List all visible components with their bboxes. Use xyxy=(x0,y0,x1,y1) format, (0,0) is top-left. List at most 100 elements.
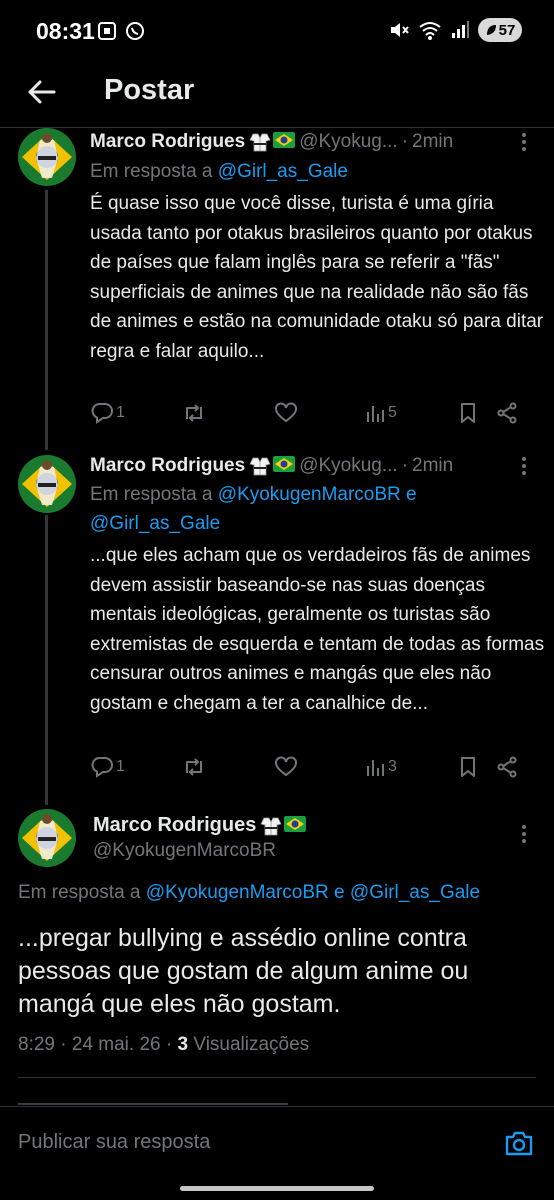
bookmark-button[interactable] xyxy=(458,756,496,778)
reply-context: Em resposta a @Girl_as_Gale xyxy=(90,157,534,186)
separator-dot: · xyxy=(401,131,409,152)
views-count: 3 xyxy=(388,758,397,775)
mention-link[interactable]: @KyokugenMarcoBR xyxy=(146,882,329,903)
separator-dot: · xyxy=(60,1034,72,1055)
user-handle[interactable]: @Kyokug... xyxy=(299,455,398,477)
signal-icon xyxy=(452,21,469,38)
whatsapp-icon xyxy=(126,22,144,40)
share-button[interactable] xyxy=(496,756,518,778)
mention-link[interactable]: @Girl_as_Gale xyxy=(218,161,348,182)
back-arrow-icon[interactable] xyxy=(26,76,58,108)
bookmark-icon xyxy=(461,403,475,423)
repost-button[interactable] xyxy=(182,402,274,424)
reply-button[interactable]: 1 xyxy=(90,756,182,778)
tweet-time[interactable]: 8:29 xyxy=(18,1034,55,1055)
status-time: 08:31 xyxy=(36,18,95,44)
more-options-icon[interactable] xyxy=(512,128,536,156)
status-bar: 08:31 57 xyxy=(0,0,554,62)
reply-input[interactable]: Publicar sua resposta xyxy=(18,1131,210,1154)
reply-prefix: Em resposta a xyxy=(90,484,213,505)
brazil-flag-icon xyxy=(273,456,296,472)
mention-link[interactable]: @Girl_as_Gale xyxy=(90,513,220,534)
repost-button[interactable] xyxy=(182,756,274,778)
reply-icon xyxy=(91,403,113,424)
bookmark-icon xyxy=(461,757,475,777)
views-chart-icon xyxy=(367,406,384,422)
screenshot-icon xyxy=(98,22,116,40)
battery-level: 57 xyxy=(498,21,516,39)
status-notification-icons xyxy=(96,20,146,42)
brazil-flag-icon xyxy=(273,132,296,148)
views-chart-icon xyxy=(367,760,384,776)
views-button[interactable]: 3 xyxy=(364,756,458,778)
main-tweet-text: ...pregar bullying e assédio online cont… xyxy=(18,924,469,1018)
share-icon xyxy=(497,756,517,778)
user-handle[interactable]: @Kyokug... xyxy=(299,131,398,153)
user-photo-image xyxy=(18,455,76,513)
mute-icon xyxy=(391,23,409,37)
display-name[interactable]: Marco Rodrigues xyxy=(90,455,245,477)
top-app-bar: Postar xyxy=(0,62,554,128)
tweet-actions: 1 3 xyxy=(90,754,532,780)
tweet-text: ...que eles acham que os verdadeiros fãs… xyxy=(90,545,545,714)
name-badges xyxy=(249,132,296,152)
repost-icon xyxy=(186,404,202,422)
name-badges xyxy=(249,456,296,476)
reply-count: 1 xyxy=(116,758,125,775)
separator-dot: · xyxy=(401,455,409,476)
repost-icon xyxy=(186,758,202,776)
avatar[interactable] xyxy=(18,128,76,186)
reply-count: 1 xyxy=(116,404,125,421)
avatar[interactable] xyxy=(18,455,76,513)
more-options-icon[interactable] xyxy=(512,452,536,480)
home-indicator[interactable] xyxy=(180,1186,374,1191)
share-button[interactable] xyxy=(496,402,518,424)
status-system-icons: 57 xyxy=(388,18,522,42)
mention-link[interactable]: @Girl_as_Gale xyxy=(350,882,480,903)
tweet-header: Marco Rodrigues @Kyokug... · 2min xyxy=(90,452,540,480)
views-label: Visualizações xyxy=(193,1034,310,1055)
battery-saver-icon xyxy=(486,25,496,35)
tweet-actions: 1 5 xyxy=(90,400,532,426)
name-badges xyxy=(260,815,307,836)
views-count: 3 xyxy=(177,1034,189,1055)
tweet-date[interactable]: 24 mai. 26 xyxy=(72,1034,161,1055)
meta-divider xyxy=(18,1077,536,1078)
battery-indicator: 57 xyxy=(478,18,522,42)
reply-tweet[interactable]: Marco Rodrigues @Kyokug... · 2min Em res… xyxy=(0,452,554,782)
heart-icon xyxy=(275,756,297,777)
avatar[interactable] xyxy=(18,809,76,867)
reply-prefix: Em resposta a xyxy=(90,161,213,182)
reply-context: Em resposta a @KyokugenMarcoBR e @Girl_a… xyxy=(90,480,534,538)
main-tweet-author[interactable]: Marco Rodrigues xyxy=(93,814,307,837)
reply-join-word: e xyxy=(334,882,345,903)
reply-button[interactable]: 1 xyxy=(90,402,182,424)
gi-uniform-icon xyxy=(260,817,282,835)
reply-context: Em resposta a @KyokugenMarcoBR e @Girl_a… xyxy=(18,882,480,904)
camera-icon[interactable] xyxy=(504,1129,534,1157)
display-name[interactable]: Marco Rodrigues xyxy=(90,131,245,153)
like-button[interactable] xyxy=(274,756,364,778)
tweet-time[interactable]: 2min xyxy=(412,131,453,153)
separator-dot: · xyxy=(165,1034,178,1055)
wifi-icon xyxy=(419,22,441,40)
brazil-flag-icon xyxy=(284,815,307,832)
reply-icon xyxy=(91,757,113,778)
like-button[interactable] xyxy=(274,402,364,424)
page-title: Postar xyxy=(104,74,195,106)
tweet-time[interactable]: 2min xyxy=(412,455,453,477)
views-count: 5 xyxy=(388,404,397,421)
views-button[interactable]: 5 xyxy=(364,402,458,424)
display-name[interactable]: Marco Rodrigues xyxy=(93,814,256,837)
tweet-header: Marco Rodrigues @Kyokug... · 2min xyxy=(90,128,540,156)
cut-off-row xyxy=(18,1094,298,1106)
user-photo-image xyxy=(18,809,76,867)
mention-link[interactable]: @KyokugenMarcoBR xyxy=(218,484,401,505)
bookmark-button[interactable] xyxy=(458,402,496,424)
reply-join-word: e xyxy=(406,484,417,505)
user-handle[interactable]: @KyokugenMarcoBR xyxy=(93,840,276,862)
more-options-icon[interactable] xyxy=(512,820,536,848)
reply-tweet[interactable]: Marco Rodrigues @Kyokug... · 2min Em res… xyxy=(0,128,554,450)
user-photo-image xyxy=(18,128,76,186)
tweet-text: É quase isso que você disse, turista é u… xyxy=(90,193,544,362)
